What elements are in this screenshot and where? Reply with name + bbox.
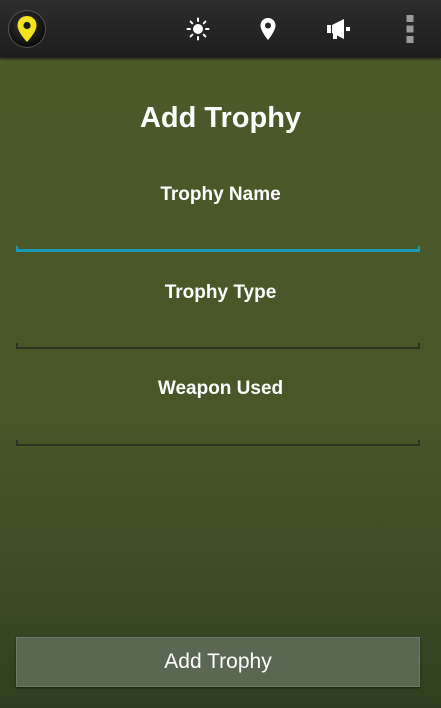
weapon-used-label: Weapon Used [157,378,284,399]
overflow-menu-icon [406,15,414,43]
brightness-icon [186,17,210,41]
brightness-button[interactable] [178,10,218,48]
announcements-button[interactable] [319,10,359,48]
add-trophy-button[interactable]: Add Trophy [16,637,420,687]
megaphone-icon [327,19,350,39]
trophy-name-input[interactable] [16,212,420,248]
location-pin-icon [260,18,276,40]
map-pin-icon [17,16,37,42]
trophy-type-label: Trophy Type [164,282,277,303]
overflow-menu-button[interactable] [390,10,430,48]
weapon-used-input[interactable] [16,404,420,440]
trophy-type-underline [16,343,420,349]
app-logo-icon[interactable] [8,10,46,48]
location-button[interactable] [248,10,288,48]
weapon-used-underline [16,440,420,446]
trophy-type-input[interactable] [16,308,420,344]
action-bar [0,0,441,58]
trophy-name-label: Trophy Name [160,184,281,205]
page-title: Add Trophy [139,102,302,134]
trophy-name-underline [16,246,420,252]
form-container: Add Trophy Trophy Name Trophy Type Weapo… [0,58,441,708]
